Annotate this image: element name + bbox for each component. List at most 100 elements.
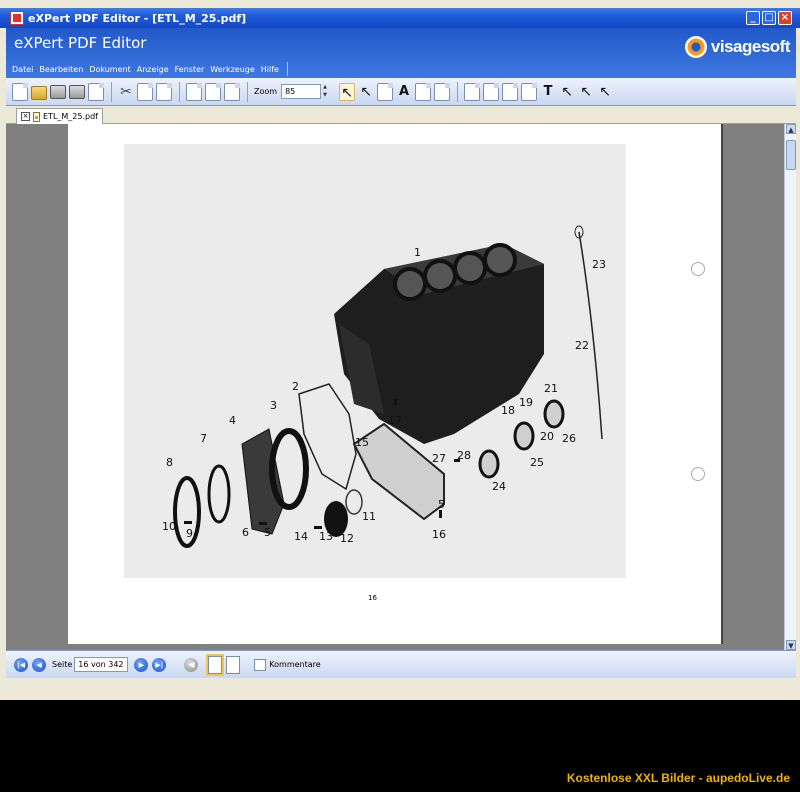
callout: 2 <box>292 380 299 393</box>
toolbar-separator <box>247 81 248 102</box>
toolbar-separator <box>111 81 112 102</box>
pdf-file-icon <box>33 111 40 122</box>
ring-11 <box>345 489 363 515</box>
stamp-icon[interactable] <box>415 82 432 101</box>
bolt-14 <box>314 526 322 529</box>
facing-pages-icon[interactable] <box>224 82 240 101</box>
document-tabstrip: × ETL_M_25.pdf <box>6 106 796 124</box>
cylinder-bore-4 <box>483 243 517 277</box>
bolt-17 <box>394 399 397 405</box>
open-folder-icon[interactable] <box>31 85 47 100</box>
previous-page-icon[interactable]: ◀ <box>32 657 46 672</box>
zoom-input[interactable] <box>281 84 322 99</box>
typewriter-icon[interactable]: T <box>540 83 556 101</box>
callout: 5 <box>438 498 445 511</box>
pointer-icon[interactable]: ↖ <box>358 83 374 101</box>
callout: 1 <box>414 246 421 259</box>
app-name: eXPert PDF Editor <box>14 34 147 52</box>
callout: 13 <box>319 530 333 543</box>
zoom-spinner[interactable]: ▲ ▼ <box>321 84 329 99</box>
edit-form-icon[interactable]: ↖ <box>597 83 613 101</box>
print-icon[interactable] <box>69 84 85 99</box>
highlight-icon[interactable] <box>521 82 538 101</box>
save-icon[interactable] <box>50 84 66 99</box>
paste-icon[interactable] <box>156 82 172 101</box>
bearing-25 <box>513 421 535 451</box>
callout: 12 <box>340 532 354 545</box>
select-arrow-icon[interactable]: ↖ <box>339 82 356 101</box>
menu-bar: Datei Bearbeiten Dokument Anzeige Fenste… <box>6 60 294 78</box>
page-number-input[interactable] <box>74 657 129 672</box>
menu-datei[interactable]: Datei <box>12 65 33 74</box>
callout: 26 <box>562 432 576 445</box>
callout: 6 <box>242 526 249 539</box>
menu-hilfe[interactable]: Hilfe <box>261 65 279 74</box>
callout: 28 <box>457 449 471 462</box>
cut-icon[interactable]: ✂ <box>118 83 134 101</box>
text-tool-icon[interactable]: A <box>396 83 412 101</box>
menu-werkzeuge[interactable]: Werkzeuge <box>210 65 254 74</box>
edit-object-icon[interactable]: ↖ <box>578 83 594 101</box>
copy-icon[interactable] <box>137 82 153 101</box>
last-page-icon[interactable]: ▶| <box>152 657 167 672</box>
note-icon[interactable] <box>434 82 451 101</box>
zoom-label: Zoom <box>254 87 278 96</box>
visagesoft-logo-icon <box>684 36 707 58</box>
callout: 18 <box>501 404 515 417</box>
snapshot-icon[interactable] <box>377 82 394 101</box>
cylinder-bore-1 <box>393 267 427 301</box>
first-page-icon[interactable]: |◀ <box>14 657 28 672</box>
document-tab[interactable]: × ETL_M_25.pdf <box>16 108 103 124</box>
scroll-down-icon[interactable]: ▼ <box>786 640 796 650</box>
callout: 24 <box>492 480 506 493</box>
attach-icon[interactable] <box>483 82 500 101</box>
engine-block-illustration: 1 2 3 4 5 6 7 8 9 10 11 12 13 14 15 16 1… <box>124 144 626 578</box>
cylinder-bore-2 <box>423 259 457 293</box>
restore-icon[interactable]: □ <box>762 11 776 25</box>
single-page-layout-icon[interactable] <box>208 655 223 674</box>
logo-text: visagesoft <box>710 37 791 56</box>
pdf-app-icon <box>10 11 24 25</box>
callout: 14 <box>294 530 308 543</box>
scroll-thumb[interactable] <box>786 140 796 170</box>
callout: 11 <box>362 510 376 523</box>
callout: 15 <box>355 436 369 449</box>
menu-dokument[interactable]: Dokument <box>89 65 130 74</box>
print-preview-icon[interactable] <box>88 82 104 101</box>
main-toolbar: ✂ Zoom ▲▼ ↖ ↖ A T ↖ ↖ ↖ <box>6 78 796 106</box>
edit-arrow-icon[interactable]: ↖ <box>559 83 575 101</box>
continuous-page-icon[interactable] <box>205 82 221 101</box>
visagesoft-logo: visagesoft <box>684 36 791 58</box>
link-icon[interactable] <box>502 82 519 101</box>
callout: 21 <box>544 382 558 395</box>
punch-hole-icon <box>691 262 705 276</box>
watermark-text: Kostenlose XXL Bilder - aupedoLive.de <box>566 771 790 785</box>
document-viewport[interactable]: 1 2 3 4 5 6 7 8 9 10 11 12 13 14 15 16 1… <box>6 124 784 650</box>
new-document-icon[interactable] <box>12 82 28 101</box>
close-icon[interactable]: × <box>778 11 792 25</box>
back-icon[interactable]: ◀ <box>184 657 199 672</box>
vertical-scrollbar[interactable]: ▲ ▼ <box>784 124 796 650</box>
menu-bearbeiten[interactable]: Bearbeiten <box>39 65 83 74</box>
bearing-24 <box>478 449 500 479</box>
comments-label[interactable]: Kommentare <box>269 660 320 669</box>
menu-anzeige[interactable]: Anzeige <box>137 65 169 74</box>
comments-icon[interactable] <box>254 658 267 671</box>
next-page-icon[interactable]: ▶ <box>134 657 149 672</box>
callout: 10 <box>162 520 176 533</box>
title-bar[interactable]: eXPert PDF Editor - [ETL_M_25.pdf] _ □ × <box>0 8 800 28</box>
single-page-icon[interactable] <box>186 82 202 101</box>
insert-image-icon[interactable] <box>464 82 481 101</box>
zoom-down-icon[interactable]: ▼ <box>321 92 329 100</box>
continuous-layout-icon[interactable] <box>226 655 241 674</box>
page-label: Seite <box>52 660 73 669</box>
minimize-icon[interactable]: _ <box>746 11 760 25</box>
pdf-page[interactable]: 1 2 3 4 5 6 7 8 9 10 11 12 13 14 15 16 1… <box>68 124 723 644</box>
callout: 25 <box>530 456 544 469</box>
zoom-up-icon[interactable]: ▲ <box>321 84 329 92</box>
scroll-up-icon[interactable]: ▲ <box>786 124 796 134</box>
menu-fenster[interactable]: Fenster <box>175 65 205 74</box>
close-tab-icon[interactable]: × <box>21 112 30 121</box>
callout: 16 <box>432 528 446 541</box>
cylinder-bore-3 <box>453 251 487 285</box>
